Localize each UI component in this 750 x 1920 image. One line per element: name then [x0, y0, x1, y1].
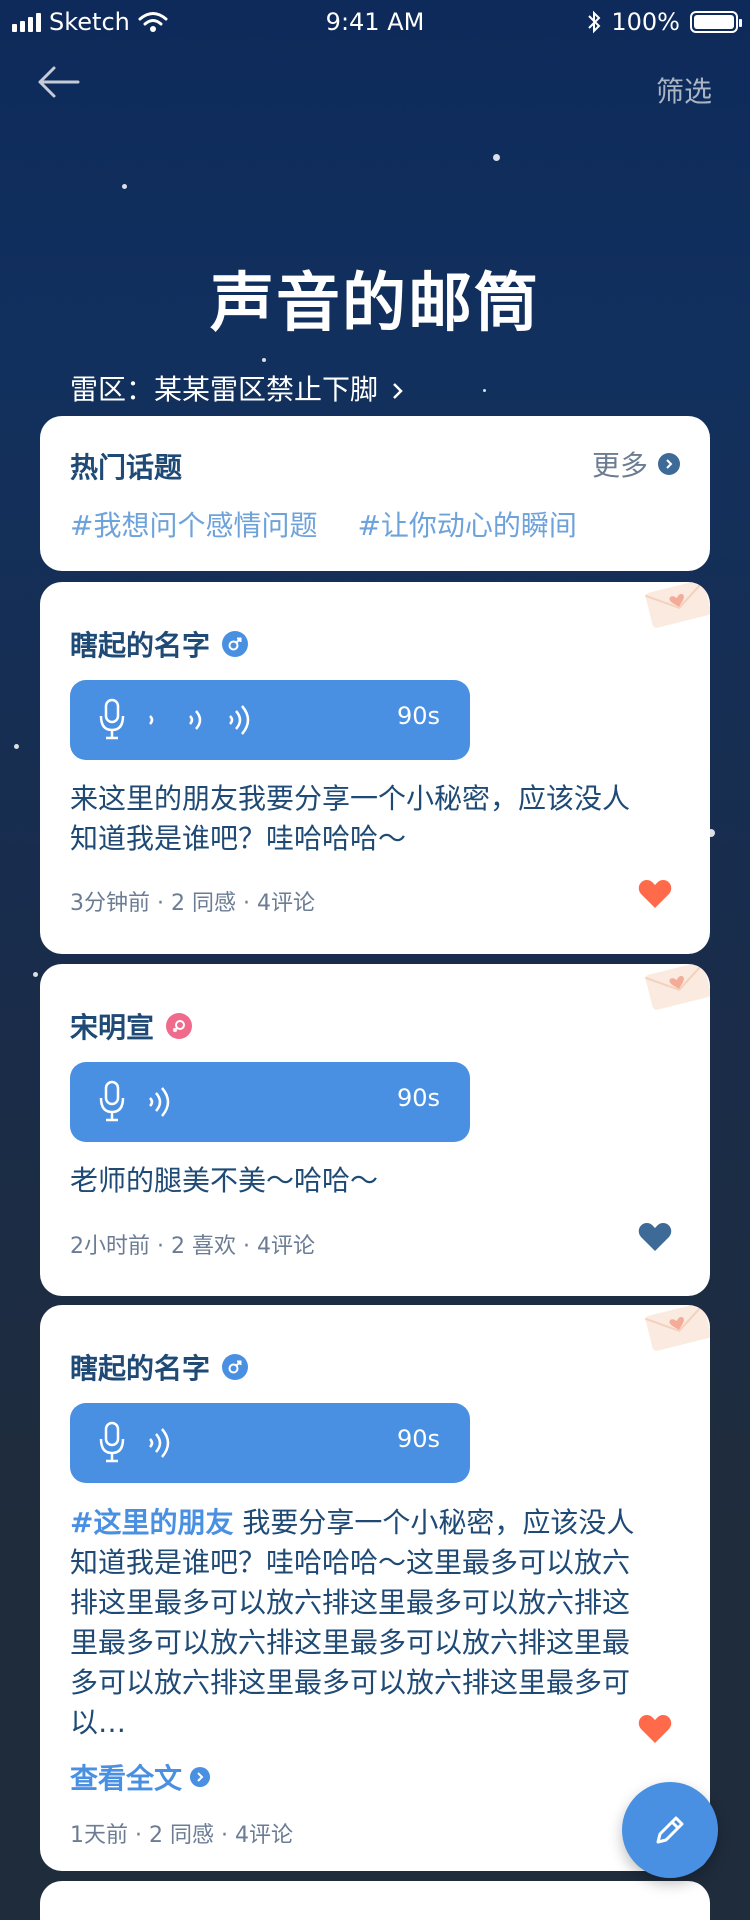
- sound-wave-icon: [149, 1087, 170, 1117]
- pencil-icon: [656, 1816, 684, 1844]
- hot-topics-card: 热门话题 更多 #我想问个感情问题 #让你动心的瞬间: [40, 416, 710, 571]
- voice-duration: 90s: [396, 1425, 440, 1453]
- chevron-right-circle-icon: [658, 453, 680, 475]
- microphone-icon: [99, 1421, 125, 1463]
- post-card[interactable]: 宋明宣 90s 老师的腿美不美～哈哈～ 2小时前 · 2 喜欢 · 4评论: [40, 964, 710, 1296]
- mine-zone-label: 雷区：某某雷区禁止下脚: [70, 373, 379, 406]
- read-more-label: 查看全文: [70, 1762, 183, 1795]
- topic-tags: #我想问个感情问题 #让你动心的瞬间: [70, 504, 577, 544]
- post-body: 老师的腿美不美～哈哈～: [70, 1164, 379, 1197]
- status-bar: Sketch 9:41 AM 100%: [0, 0, 750, 44]
- back-button[interactable]: [36, 62, 82, 102]
- post-card[interactable]: [40, 1881, 710, 1920]
- mine-zone-link[interactable]: 雷区：某某雷区禁止下脚: [70, 368, 405, 408]
- heart-icon[interactable]: [638, 1222, 672, 1252]
- voice-player[interactable]: 90s: [70, 1403, 470, 1483]
- sound-wave-icon: [149, 1428, 170, 1458]
- envelope-icon: [644, 582, 710, 628]
- chevron-right-icon: [393, 383, 403, 399]
- wifi-icon: [138, 12, 168, 32]
- post-author: 瞎起的名字: [70, 1347, 249, 1387]
- microphone-icon: [99, 698, 125, 740]
- topic-tag[interactable]: #我想问个感情问题: [70, 504, 317, 544]
- post-body: 我要分享一个小秘密，应该没人知道我是谁吧？哇哈哈哈～这里最多可以放六排这里最多可…: [70, 1506, 635, 1739]
- author-name: 瞎起的名字: [70, 629, 211, 662]
- battery-icon: [690, 11, 742, 33]
- post-author: 瞎起的名字: [70, 624, 249, 664]
- male-icon: [222, 631, 249, 657]
- topic-tag[interactable]: #让你动心的瞬间: [357, 504, 576, 544]
- filter-button[interactable]: 筛选: [656, 70, 712, 110]
- more-button[interactable]: 更多: [592, 444, 680, 484]
- chevron-right-circle-icon: [190, 1767, 211, 1787]
- post-body: 来这里的朋友我要分享一个小秘密，应该没人知道我是谁吧？哇哈哈哈～: [70, 782, 631, 855]
- heart-icon[interactable]: [638, 1714, 672, 1744]
- signal-icon: [12, 12, 41, 32]
- post-card[interactable]: 瞎起的名字 90s #这里的朋友 我要分享一个小秘密，应该没人知道我是谁吧？哇哈…: [40, 1305, 710, 1871]
- heart-icon[interactable]: [638, 879, 672, 909]
- more-label: 更多: [591, 449, 648, 482]
- bluetooth-icon: [588, 10, 601, 34]
- post-hashtag[interactable]: #这里的朋友: [70, 1506, 233, 1539]
- voice-player[interactable]: 90s: [70, 1062, 470, 1142]
- post-text: 来这里的朋友我要分享一个小秘密，应该没人知道我是谁吧？哇哈哈哈～: [70, 779, 650, 859]
- voice-duration: 90s: [396, 1084, 440, 1112]
- post-meta: 2小时前 · 2 喜欢 · 4评论: [70, 1234, 315, 1259]
- female-icon: [166, 1013, 193, 1039]
- carrier-label: Sketch: [49, 8, 130, 36]
- compose-button[interactable]: [622, 1782, 718, 1878]
- hot-topics-title: 热门话题: [70, 451, 183, 484]
- envelope-icon: [644, 964, 710, 1010]
- post-author: 宋明宣: [70, 1006, 193, 1046]
- page-title: 声音的邮筒: [210, 267, 540, 341]
- envelope-icon: [644, 1305, 710, 1351]
- read-more-link[interactable]: 查看全文: [70, 1757, 211, 1797]
- battery-percent: 100%: [611, 8, 680, 36]
- post-text: 老师的腿美不美～哈哈～: [70, 1161, 650, 1201]
- post-meta: 3分钟前 · 2 同感 · 4评论: [70, 891, 315, 916]
- male-icon: [222, 1354, 249, 1380]
- author-name: 瞎起的名字: [70, 1352, 211, 1385]
- post-text: #这里的朋友 我要分享一个小秘密，应该没人知道我是谁吧？哇哈哈哈～这里最多可以放…: [70, 1503, 650, 1743]
- post-meta: 1天前 · 2 同感 · 4评论: [70, 1823, 293, 1848]
- voice-duration: 90s: [396, 702, 440, 730]
- microphone-icon: [99, 1080, 125, 1122]
- voice-player[interactable]: 90s: [70, 680, 470, 760]
- sound-wave-icon: [149, 705, 250, 735]
- arrow-left-icon: [38, 66, 80, 98]
- post-card[interactable]: 瞎起的名字 90s 来这里的朋友我要分享一个小秘密，应该没人知道我是谁吧？哇哈哈…: [40, 582, 710, 954]
- author-name: 宋明宣: [70, 1011, 155, 1044]
